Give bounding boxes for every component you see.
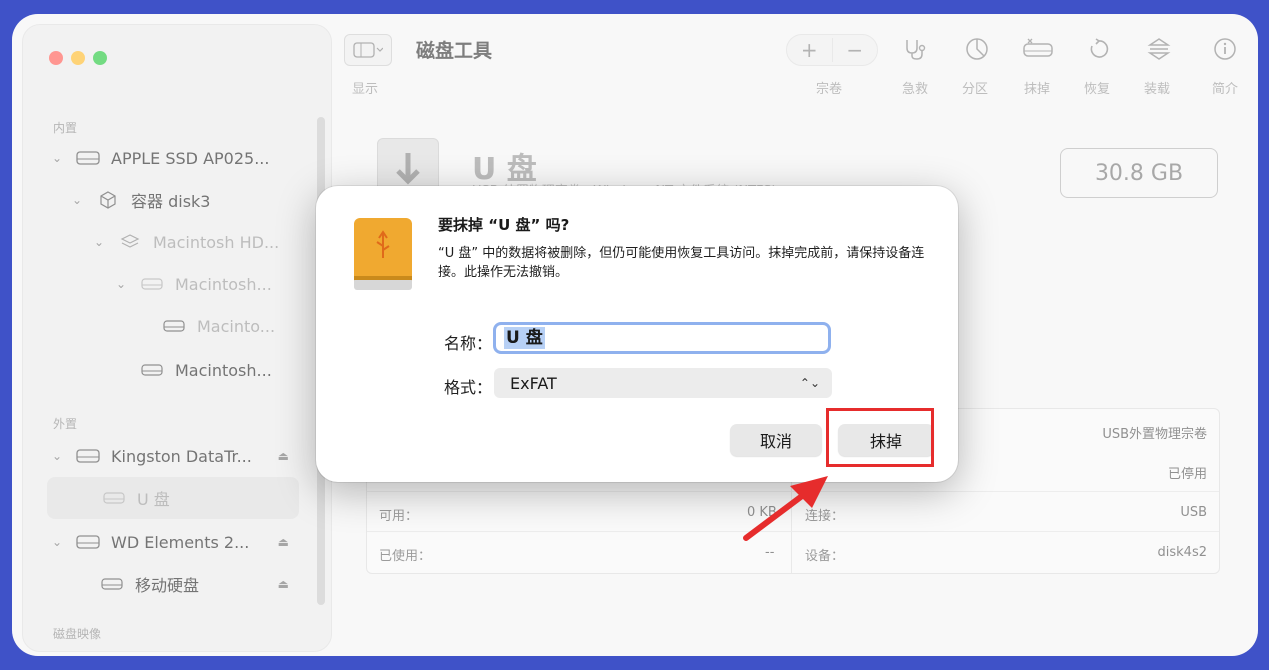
- updown-chevron-icon: ⌃⌄: [799, 376, 820, 390]
- format-select-value: ExFAT: [510, 373, 557, 393]
- usb-drive-icon: [354, 218, 412, 290]
- name-input-value[interactable]: U 盘: [504, 327, 545, 349]
- format-select[interactable]: ExFAT ⌃⌄: [494, 368, 832, 398]
- name-input[interactable]: U 盘: [493, 322, 831, 354]
- highlight-box: [826, 408, 934, 467]
- name-label: 名称：: [444, 334, 493, 353]
- dialog-title: 要抹掉 “U 盘” 吗?: [438, 216, 570, 234]
- dialog-message: “U 盘” 中的数据将被删除，但仍可能使用恢复工具访问。抹掉完成前，请保持设备连…: [438, 246, 925, 280]
- cancel-button[interactable]: 取消: [730, 424, 822, 456]
- format-label: 格式：: [444, 378, 493, 397]
